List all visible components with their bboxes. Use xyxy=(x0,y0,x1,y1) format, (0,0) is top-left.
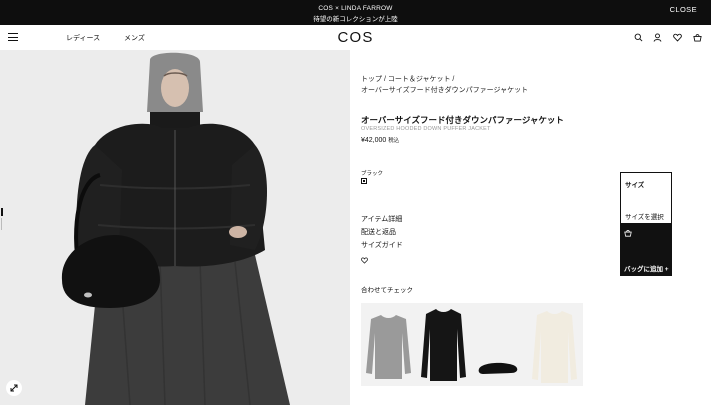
site-header: レディース メンズ COS xyxy=(0,25,711,50)
expand-image-button[interactable] xyxy=(6,380,22,396)
price-tax-label: 税込 xyxy=(388,138,400,144)
bag-icon xyxy=(624,229,632,237)
bag-icon[interactable] xyxy=(693,33,702,42)
recommendations-strip xyxy=(361,303,583,386)
announcement-subtitle: 待望の新コレクションが上陸 xyxy=(313,16,398,23)
add-to-bag-label: バッグに追加 + xyxy=(624,266,669,273)
wishlist-icon[interactable] xyxy=(673,33,682,42)
product-title: オーバーサイズフード付きダウンパファージャケット xyxy=(361,115,564,125)
product-image[interactable] xyxy=(0,50,350,405)
recommendations-title: 合わせてチェック xyxy=(361,287,413,294)
size-panel: サイズ サイズを選択 xyxy=(620,172,672,224)
search-icon[interactable] xyxy=(634,33,643,42)
announcement-title: COS × LINDA FARROW xyxy=(318,5,393,12)
size-label: サイズ xyxy=(625,182,645,189)
model-photo xyxy=(0,50,350,405)
rec-item-black-top[interactable] xyxy=(416,303,471,386)
rec-item-grey-top[interactable] xyxy=(361,303,416,386)
color-label: ブラック xyxy=(361,171,384,177)
product-price: ¥42,000 税込 xyxy=(361,136,399,144)
image-scroll-track xyxy=(1,218,2,230)
account-icon[interactable] xyxy=(653,33,662,42)
size-select-button[interactable]: サイズを選択 xyxy=(625,211,664,221)
logo[interactable]: COS xyxy=(0,29,711,46)
nav-mens[interactable]: メンズ xyxy=(124,33,145,43)
breadcrumb-current[interactable]: オーバーサイズフード付きダウンパファージャケット xyxy=(361,85,528,95)
image-scroll-indicator xyxy=(1,208,3,216)
size-guide-link[interactable]: サイズガイド xyxy=(361,240,403,250)
close-announcement-button[interactable]: CLOSE xyxy=(670,5,697,14)
color-swatch-black[interactable] xyxy=(361,178,367,184)
announcement-bar: COS × LINDA FARROW 待望の新コレクションが上陸 CLOSE xyxy=(0,0,711,25)
rec-item-ballet-flat[interactable] xyxy=(471,303,526,386)
shipping-returns-link[interactable]: 配送と返品 xyxy=(361,227,396,237)
expand-icon xyxy=(10,384,18,392)
add-to-bag-button[interactable]: バッグに追加 + xyxy=(620,224,672,276)
product-subtitle: OVERSIZED HOODED DOWN PUFFER JACKET xyxy=(361,126,491,132)
price-value: ¥42,000 xyxy=(361,137,387,144)
item-details-link[interactable]: アイテム詳細 xyxy=(361,214,402,224)
nav-womens[interactable]: レディース xyxy=(66,33,100,43)
rec-item-cream-top[interactable] xyxy=(526,303,583,386)
wishlist-heart-icon[interactable] xyxy=(361,251,368,264)
menu-icon[interactable] xyxy=(8,33,18,41)
breadcrumb[interactable]: トップ / コート＆ジャケット / xyxy=(361,74,454,84)
